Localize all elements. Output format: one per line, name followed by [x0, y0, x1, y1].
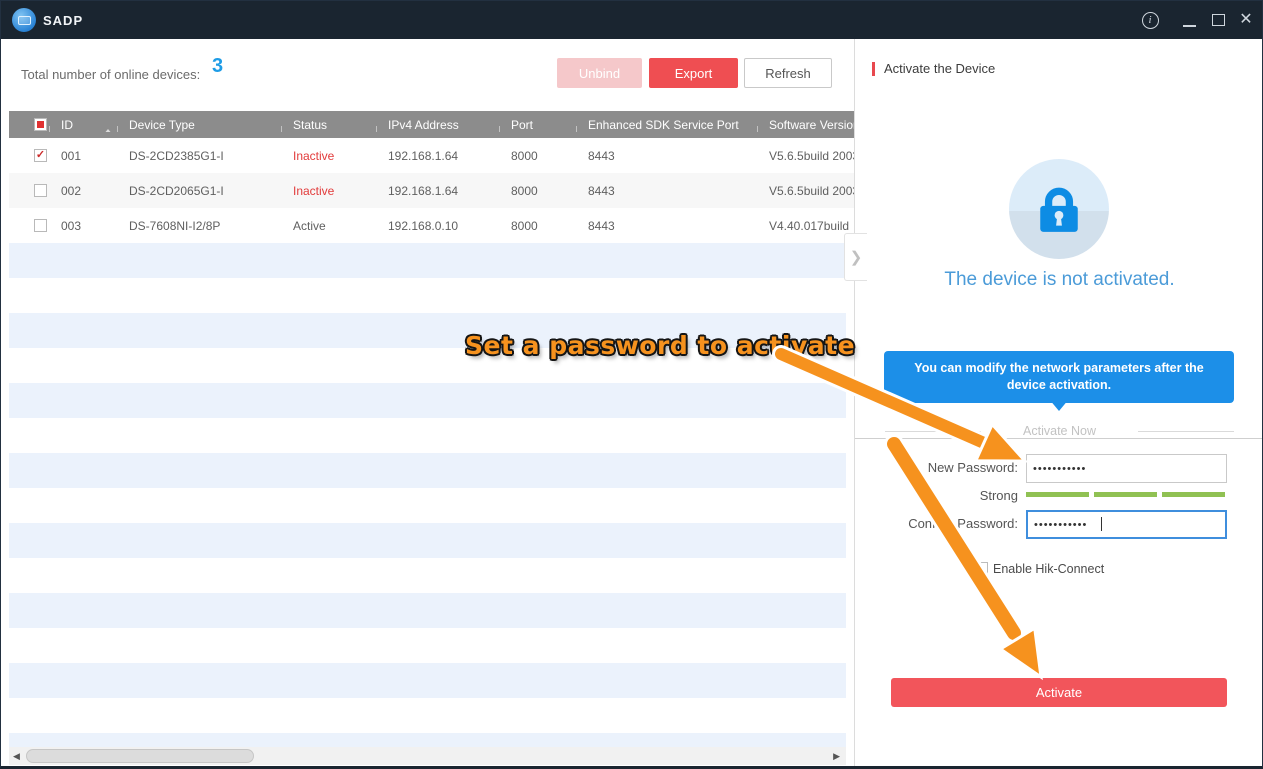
- column-device-type[interactable]: Device Type: [117, 118, 281, 132]
- total-devices-label: Total number of online devices:: [21, 67, 200, 82]
- text-caret: [1101, 517, 1102, 531]
- new-password-field[interactable]: [1026, 454, 1227, 483]
- activation-tooltip: You can modify the network parameters af…: [884, 351, 1234, 403]
- minimize-icon: [1183, 25, 1196, 27]
- table-row[interactable]: 003 DS-7608NI-I2/8P Active 192.168.0.10 …: [9, 208, 854, 243]
- close-icon: ✕: [1239, 12, 1252, 28]
- empty-rows-stripes: [9, 243, 846, 747]
- password-strength-meter: [1026, 492, 1225, 497]
- not-activated-message: The device is not activated.: [855, 269, 1263, 291]
- tooltip-arrow-icon: [1049, 399, 1069, 411]
- device-list-panel: Total number of online devices: 3 Unbind…: [1, 39, 854, 766]
- table-row[interactable]: 001 DS-2CD2385G1-I Inactive 192.168.1.64…: [9, 138, 854, 173]
- new-password-label: New Password:: [928, 460, 1018, 475]
- activation-panel: Activate the Device The device is not ac…: [854, 39, 1263, 766]
- password-strength-label: Strong: [980, 488, 1018, 503]
- row-checkbox[interactable]: [34, 219, 47, 232]
- maximize-icon: [1212, 14, 1225, 26]
- section-accent-bar: [872, 62, 875, 76]
- activate-button[interactable]: Activate: [891, 678, 1227, 707]
- titlebar: SADP i ✕: [1, 1, 1262, 39]
- activate-now-row: Activate Now: [885, 423, 1234, 439]
- sort-asc-icon: [103, 129, 113, 132]
- app-title: SADP: [43, 13, 83, 28]
- info-icon: i: [1142, 12, 1159, 29]
- strength-bar: [1026, 492, 1089, 497]
- scroll-right-icon[interactable]: ▶: [833, 751, 840, 762]
- close-button[interactable]: ✕: [1236, 1, 1256, 39]
- table-header: ID Device Type Status IPv4 Address Port …: [9, 111, 854, 138]
- strength-bar: [1162, 492, 1225, 497]
- chevron-right-icon: ❯: [850, 248, 863, 266]
- column-port[interactable]: Port: [499, 118, 576, 132]
- sadp-window: SADP i ✕ Total number of online devices:…: [0, 0, 1263, 769]
- horizontal-scrollbar[interactable]: ◀ ▶: [9, 747, 846, 765]
- column-id[interactable]: ID: [61, 118, 73, 132]
- minimize-button[interactable]: [1179, 1, 1199, 39]
- table-row[interactable]: 002 DS-2CD2065G1-I Inactive 192.168.1.64…: [9, 173, 854, 208]
- collapse-panel-button[interactable]: ❯: [844, 233, 867, 281]
- status-badge: Inactive: [281, 184, 376, 198]
- scrollbar-thumb[interactable]: [26, 749, 254, 763]
- total-devices-count: 3: [212, 55, 223, 78]
- row-checkbox[interactable]: [34, 184, 47, 197]
- column-ipv4[interactable]: IPv4 Address: [376, 118, 499, 132]
- hik-connect-label: Enable Hik-Connect: [993, 562, 1104, 576]
- sadp-logo-icon: [12, 8, 36, 32]
- status-badge: Inactive: [281, 149, 376, 163]
- panel-divider: [855, 438, 1263, 439]
- maximize-button[interactable]: [1208, 1, 1228, 39]
- refresh-button[interactable]: Refresh: [744, 58, 832, 88]
- confirm-password-field[interactable]: [1026, 510, 1227, 539]
- row-checkbox[interactable]: [34, 149, 47, 162]
- lock-icon: [1009, 159, 1109, 259]
- panel-title: Activate the Device: [884, 61, 995, 76]
- select-all-checkbox[interactable]: [34, 118, 47, 131]
- export-button[interactable]: Export: [649, 58, 738, 88]
- unbind-button[interactable]: Unbind: [557, 58, 642, 88]
- hik-connect-checkbox[interactable]: [975, 562, 988, 575]
- info-button[interactable]: i: [1140, 1, 1160, 39]
- activate-now-label[interactable]: Activate Now: [1023, 424, 1096, 438]
- column-version[interactable]: Software Version: [757, 118, 854, 132]
- confirm-password-label: Confirm Password:: [908, 516, 1018, 531]
- column-sdk-port[interactable]: Enhanced SDK Service Port: [576, 118, 757, 132]
- scroll-left-icon[interactable]: ◀: [13, 751, 20, 762]
- column-status[interactable]: Status: [281, 118, 376, 132]
- status-badge: Active: [281, 219, 376, 233]
- strength-bar: [1094, 492, 1157, 497]
